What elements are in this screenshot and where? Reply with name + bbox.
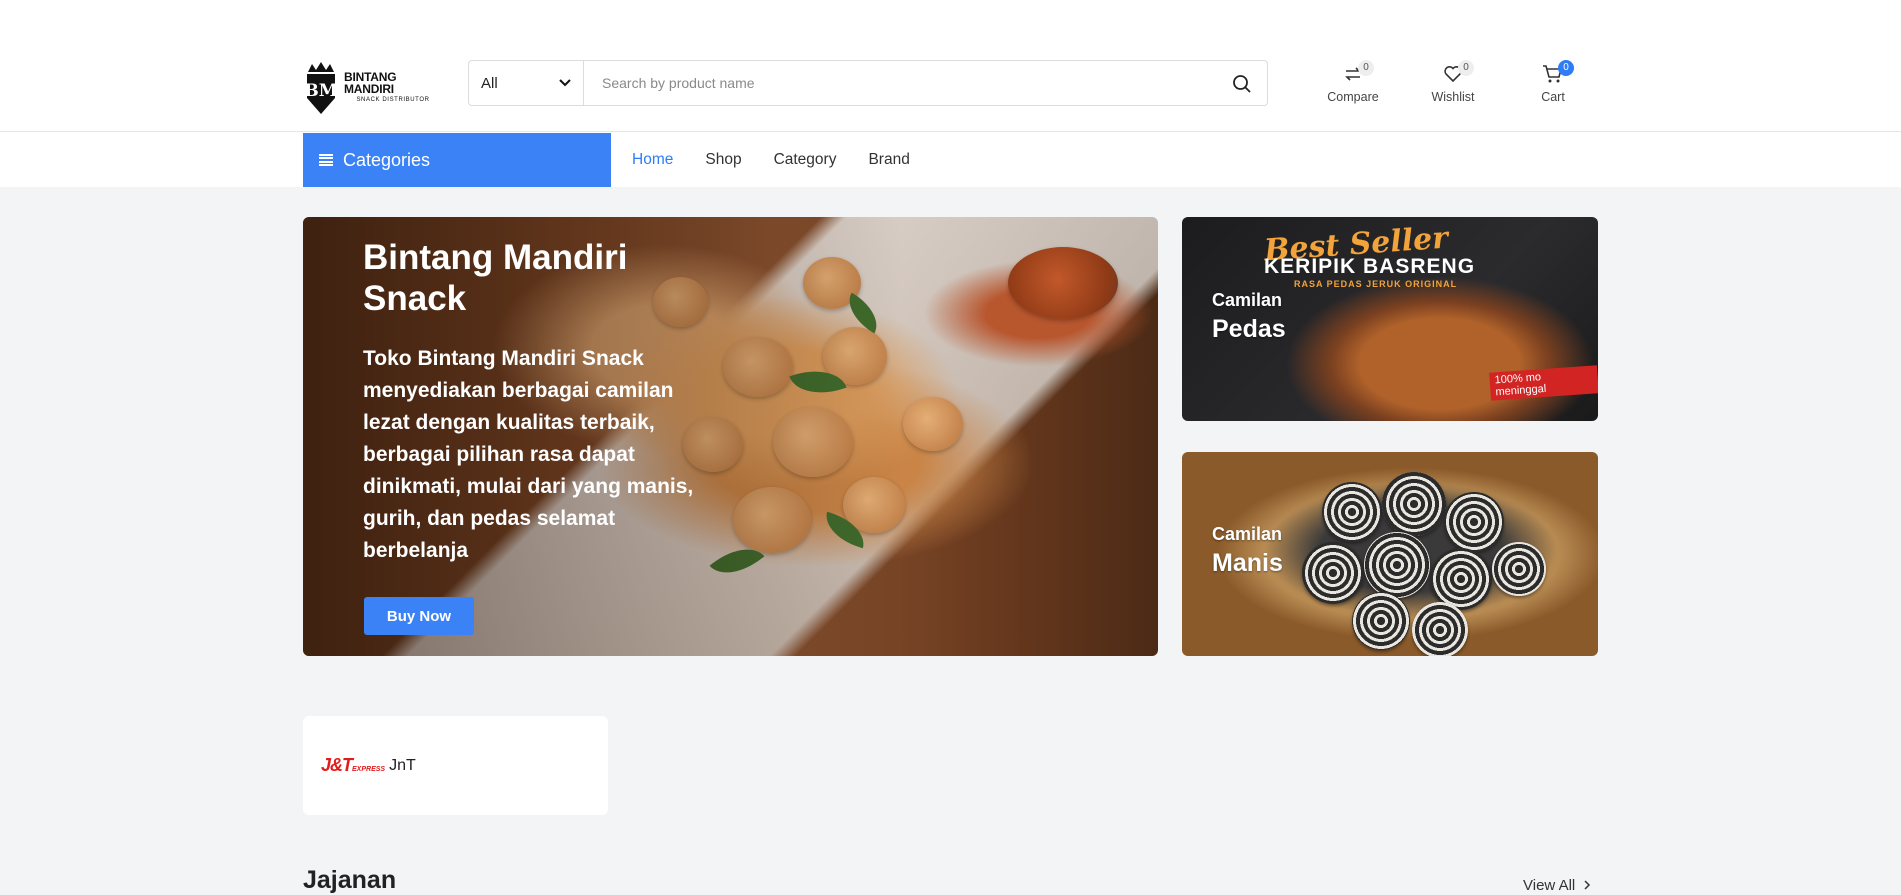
search-placeholder: Search by product name <box>602 75 755 91</box>
banner-pedas-small: Camilan <box>1212 290 1283 310</box>
logo-monogram: BM <box>304 81 337 101</box>
nav-link-home[interactable]: Home <box>632 151 673 169</box>
category-select[interactable]: All <box>468 60 584 106</box>
view-all-label: View All <box>1523 877 1576 894</box>
cart-label: Cart <box>1541 90 1565 104</box>
banner-camilan-manis[interactable]: Camilan Manis <box>1182 452 1598 656</box>
compare-button[interactable]: 0 Compare <box>1318 60 1388 104</box>
menu-icon <box>319 154 333 166</box>
banner-manis-small: Camilan <box>1212 524 1283 544</box>
logo-subtitle: SNACK DISTRIBUTOR <box>356 97 430 103</box>
banner-manis-big: Manis <box>1212 549 1283 577</box>
cart-count-badge: 0 <box>1558 60 1574 76</box>
buy-now-button[interactable]: Buy Now <box>364 597 474 635</box>
wishlist-button[interactable]: 0 Wishlist <box>1418 60 1488 104</box>
banner-art-subtitle: KERIPIK BASRENG <box>1264 255 1476 278</box>
jnt-logo-text: J&T <box>321 755 353 775</box>
chevron-right-icon <box>1584 880 1591 890</box>
banner-pedas-big: Pedas <box>1212 315 1286 343</box>
banner-art-tag: 100% mo meninggal <box>1489 365 1598 401</box>
header: BM BINTANG MANDIRI SNACK DISTRIBUTOR All… <box>0 0 1901 132</box>
jnt-logo: J&TEXPRESS <box>321 755 385 776</box>
hero-description: Toko Bintang Mandiri Snack menyediakan b… <box>363 347 694 562</box>
hero-banner: Bintang Mandiri Snack Toko Bintang Mandi… <box>303 217 1158 656</box>
wishlist-count-badge: 0 <box>1458 60 1474 76</box>
category-select-value: All <box>481 74 498 92</box>
categories-button[interactable]: Categories <box>303 133 611 187</box>
search-bar: All Search by product name <box>468 60 1268 106</box>
search-icon[interactable] <box>1231 73 1253 95</box>
nav-link-category[interactable]: Category <box>774 151 837 169</box>
view-all-link[interactable]: View All <box>1523 877 1591 894</box>
banner-art-strip: RASA PEDAS JERUK ORIGINAL <box>1294 279 1458 289</box>
chevron-down-icon <box>559 79 571 87</box>
main-nav: Categories Home Shop Category Brand <box>0 132 1901 187</box>
nav-link-brand[interactable]: Brand <box>868 151 909 169</box>
categories-label: Categories <box>343 149 431 170</box>
courier-card-jnt[interactable]: J&TEXPRESS JnT <box>303 716 608 815</box>
store-logo[interactable]: BM BINTANG MANDIRI SNACK DISTRIBUTOR <box>302 58 442 116</box>
compare-count-badge: 0 <box>1358 60 1374 76</box>
jnt-logo-small: EXPRESS <box>352 766 386 773</box>
hero-title: Bintang Mandiri Snack <box>363 238 628 318</box>
cart-button[interactable]: 0 Cart <box>1518 60 1588 104</box>
logo-crest-icon: BM <box>302 58 340 116</box>
wishlist-label: Wishlist <box>1431 90 1475 104</box>
nav-link-shop[interactable]: Shop <box>705 151 741 169</box>
courier-name: JnT <box>389 756 416 774</box>
compare-label: Compare <box>1327 90 1379 104</box>
banner-camilan-pedas[interactable]: Best Seller KERIPIK BASRENG RASA PEDAS J… <box>1182 217 1598 421</box>
logo-title: BINTANG MANDIRI <box>344 70 397 96</box>
search-input[interactable]: Search by product name <box>584 60 1268 106</box>
section-title: Jajanan <box>303 866 397 894</box>
